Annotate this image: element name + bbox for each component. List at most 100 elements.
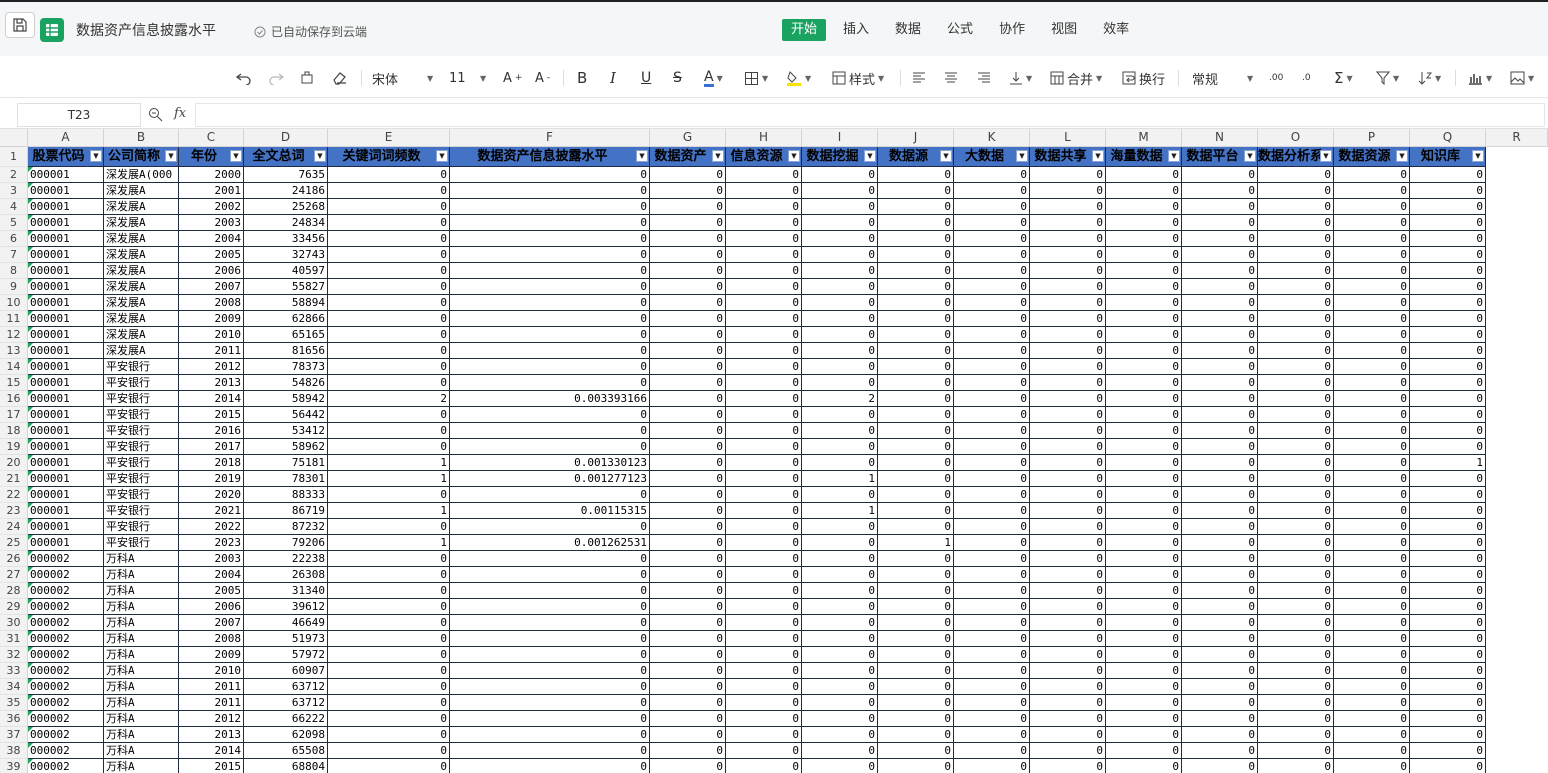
font-size-select[interactable]: 11 ▼: [449, 66, 489, 90]
font-color-icon[interactable]: A ▼: [704, 66, 723, 90]
table-cell[interactable]: 0: [878, 727, 954, 743]
table-cell[interactable]: 0: [1334, 583, 1410, 599]
table-cell[interactable]: 000002: [28, 567, 104, 583]
table-cell[interactable]: 0: [1258, 615, 1334, 631]
table-cell[interactable]: 0: [328, 695, 450, 711]
table-cell[interactable]: 0: [878, 231, 954, 247]
table-cell[interactable]: 万科A: [104, 599, 179, 615]
row-header[interactable]: 38: [0, 743, 28, 759]
table-cell[interactable]: 0: [1334, 199, 1410, 215]
table-cell[interactable]: 平安银行: [104, 375, 179, 391]
row-header[interactable]: 36: [0, 711, 28, 727]
table-cell[interactable]: 0: [1410, 231, 1486, 247]
table-cell[interactable]: 0: [450, 311, 650, 327]
table-cell[interactable]: 0: [954, 663, 1030, 679]
table-cell[interactable]: 平安银行: [104, 407, 179, 423]
table-cell[interactable]: 0: [878, 487, 954, 503]
table-cell[interactable]: 0: [726, 471, 802, 487]
table-cell[interactable]: 0: [1258, 487, 1334, 503]
table-cell[interactable]: 0: [726, 343, 802, 359]
table-cell[interactable]: 0: [1182, 439, 1258, 455]
table-cell[interactable]: 深发展A: [104, 231, 179, 247]
table-cell[interactable]: 68804: [244, 759, 328, 773]
table-cell[interactable]: 0: [1106, 519, 1182, 535]
table-cell[interactable]: 0: [878, 375, 954, 391]
table-cell[interactable]: 0: [1106, 439, 1182, 455]
table-cell[interactable]: 0: [954, 487, 1030, 503]
table-cell[interactable]: 0: [450, 279, 650, 295]
table-cell[interactable]: 0: [650, 343, 726, 359]
table-cell[interactable]: 0: [1410, 359, 1486, 375]
table-cell[interactable]: 0: [450, 599, 650, 615]
table-cell[interactable]: 0: [1334, 519, 1410, 535]
align-left-icon[interactable]: [912, 66, 926, 90]
table-cell[interactable]: 000002: [28, 695, 104, 711]
table-cell[interactable]: 0: [1334, 247, 1410, 263]
table-cell[interactable]: 0: [1182, 327, 1258, 343]
table-cell[interactable]: 0: [878, 647, 954, 663]
table-cell[interactable]: 0: [878, 247, 954, 263]
column-header-C[interactable]: C: [179, 129, 244, 147]
table-cell[interactable]: 0: [726, 759, 802, 773]
table-cell[interactable]: 000001: [28, 183, 104, 199]
table-cell[interactable]: 0: [328, 263, 450, 279]
table-cell[interactable]: 0: [726, 519, 802, 535]
table-cell[interactable]: 0: [1410, 199, 1486, 215]
table-cell[interactable]: 000001: [28, 407, 104, 423]
table-cell[interactable]: 0: [1106, 343, 1182, 359]
table-cell[interactable]: 000001: [28, 327, 104, 343]
table-cell[interactable]: 0: [802, 663, 878, 679]
table-cell[interactable]: 0: [650, 199, 726, 215]
table-cell[interactable]: 0: [650, 503, 726, 519]
table-cell[interactable]: 0: [328, 439, 450, 455]
table-cell[interactable]: 0: [1258, 551, 1334, 567]
table-cell[interactable]: 0: [1182, 359, 1258, 375]
table-cell[interactable]: 0: [726, 695, 802, 711]
table-cell[interactable]: 0: [1334, 279, 1410, 295]
table-cell[interactable]: 0: [1182, 423, 1258, 439]
table-cell[interactable]: 0: [726, 263, 802, 279]
table-cell[interactable]: 25268: [244, 199, 328, 215]
table-cell[interactable]: 0: [328, 711, 450, 727]
table-cell[interactable]: 0: [1182, 631, 1258, 647]
table-cell[interactable]: 0: [1334, 439, 1410, 455]
table-cell[interactable]: 0: [954, 375, 1030, 391]
table-cell[interactable]: 0: [1258, 183, 1334, 199]
table-cell[interactable]: 0: [1182, 519, 1258, 535]
table-cell[interactable]: 0: [1182, 471, 1258, 487]
table-cell[interactable]: 0: [1410, 615, 1486, 631]
zoom-icon[interactable]: [148, 107, 163, 125]
table-cell[interactable]: 0: [802, 615, 878, 631]
table-cell[interactable]: 58894: [244, 295, 328, 311]
table-header-cell[interactable]: 数据平台 ▼: [1182, 147, 1258, 167]
table-cell[interactable]: 0: [878, 567, 954, 583]
table-cell[interactable]: 0: [1106, 583, 1182, 599]
table-cell[interactable]: 62098: [244, 727, 328, 743]
table-cell[interactable]: 0: [1410, 567, 1486, 583]
table-cell[interactable]: 万科A: [104, 695, 179, 711]
table-cell[interactable]: 0: [1106, 567, 1182, 583]
table-cell[interactable]: 0: [1258, 215, 1334, 231]
table-cell[interactable]: 0: [726, 727, 802, 743]
table-cell[interactable]: 2007: [179, 615, 244, 631]
table-cell[interactable]: 000001: [28, 263, 104, 279]
table-cell[interactable]: 0: [450, 711, 650, 727]
table-cell[interactable]: 79206: [244, 535, 328, 551]
table-cell[interactable]: 000002: [28, 631, 104, 647]
table-cell[interactable]: 0: [954, 599, 1030, 615]
table-cell[interactable]: 0: [450, 343, 650, 359]
table-cell[interactable]: 0: [1258, 599, 1334, 615]
table-cell[interactable]: 0: [1258, 247, 1334, 263]
table-cell[interactable]: 0: [726, 487, 802, 503]
table-cell[interactable]: 深发展A: [104, 279, 179, 295]
table-cell[interactable]: 0: [1410, 519, 1486, 535]
table-cell[interactable]: 000002: [28, 583, 104, 599]
table-cell[interactable]: 0: [1030, 231, 1106, 247]
table-cell[interactable]: 0: [1334, 375, 1410, 391]
table-cell[interactable]: 0: [1030, 375, 1106, 391]
table-cell[interactable]: 2006: [179, 263, 244, 279]
table-cell[interactable]: 0.00115315: [450, 503, 650, 519]
table-cell[interactable]: 0: [1030, 263, 1106, 279]
tab-0[interactable]: 开始: [782, 19, 827, 41]
table-cell[interactable]: 平安银行: [104, 391, 179, 407]
